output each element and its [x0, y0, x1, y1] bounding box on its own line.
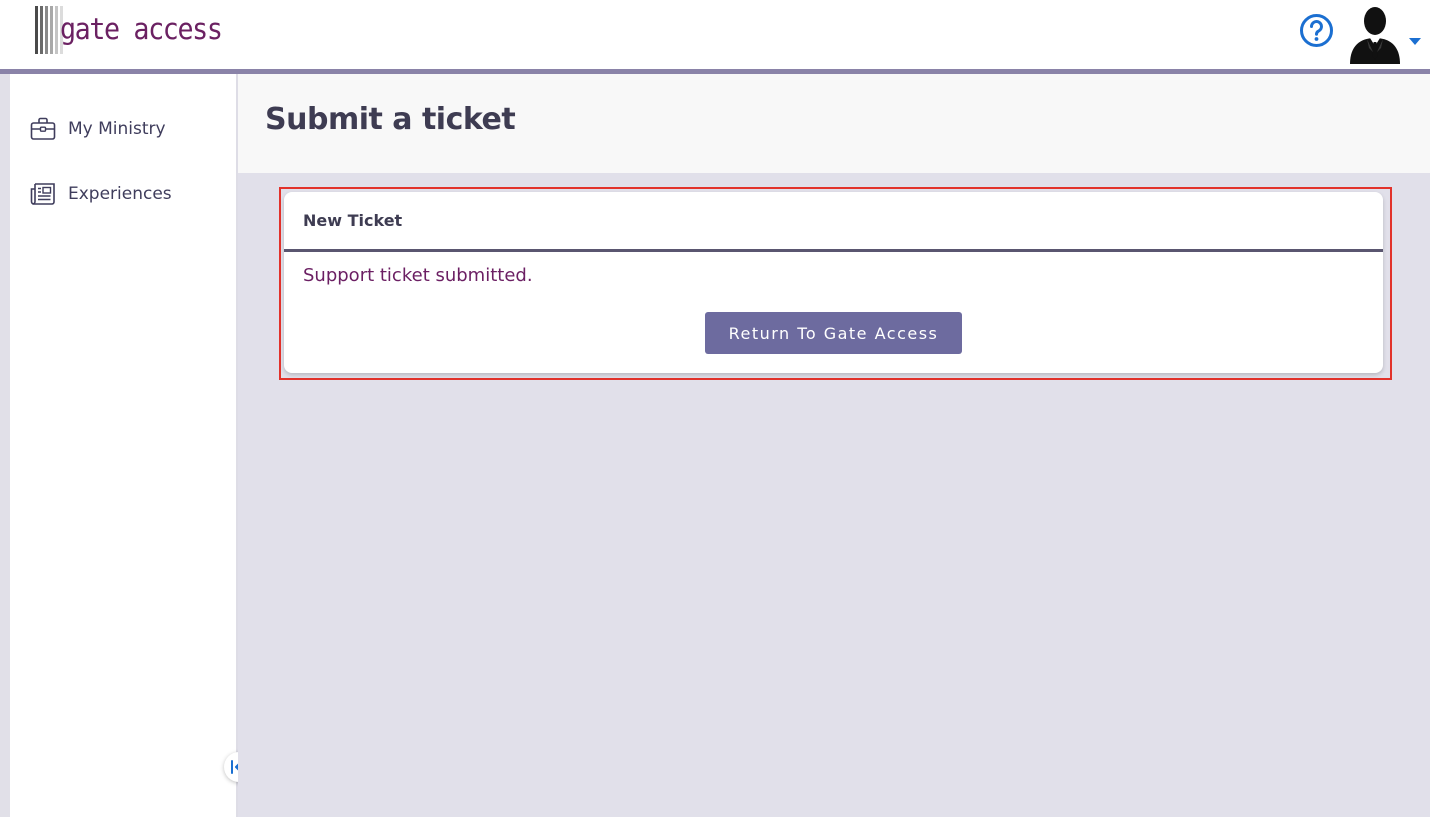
- sidebar-item-label: My Ministry: [68, 119, 166, 139]
- page-title: Submit a ticket: [265, 102, 516, 137]
- success-message: Support ticket submitted.: [303, 265, 533, 286]
- caret-down-icon[interactable]: [1409, 31, 1421, 45]
- gate-access-logo[interactable]: gate access: [35, 6, 223, 54]
- briefcase-icon: [30, 117, 56, 140]
- card-header: New Ticket: [284, 192, 1383, 252]
- question-circle-icon[interactable]: [1299, 13, 1334, 48]
- ticket-card: New Ticket Support ticket submitted. Ret…: [284, 192, 1383, 373]
- card-title: New Ticket: [303, 211, 403, 230]
- sidebar-item-experiences[interactable]: Experiences: [30, 177, 230, 211]
- page-header: Submit a ticket: [238, 74, 1430, 173]
- main-content: Submit a ticket New Ticket Support ticke…: [238, 74, 1430, 817]
- logo-text: gate access: [60, 12, 223, 46]
- user-silhouette-icon: [1350, 7, 1400, 64]
- top-bar: gate access: [0, 0, 1430, 74]
- user-avatar[interactable]: [1346, 4, 1404, 64]
- sidebar: My Ministry Experiences: [0, 74, 238, 817]
- return-to-gate-access-button[interactable]: Return To Gate Access: [705, 312, 962, 354]
- sidebar-item-my-ministry[interactable]: My Ministry: [30, 112, 230, 146]
- sidebar-item-label: Experiences: [68, 184, 172, 204]
- newspaper-icon: [30, 183, 55, 205]
